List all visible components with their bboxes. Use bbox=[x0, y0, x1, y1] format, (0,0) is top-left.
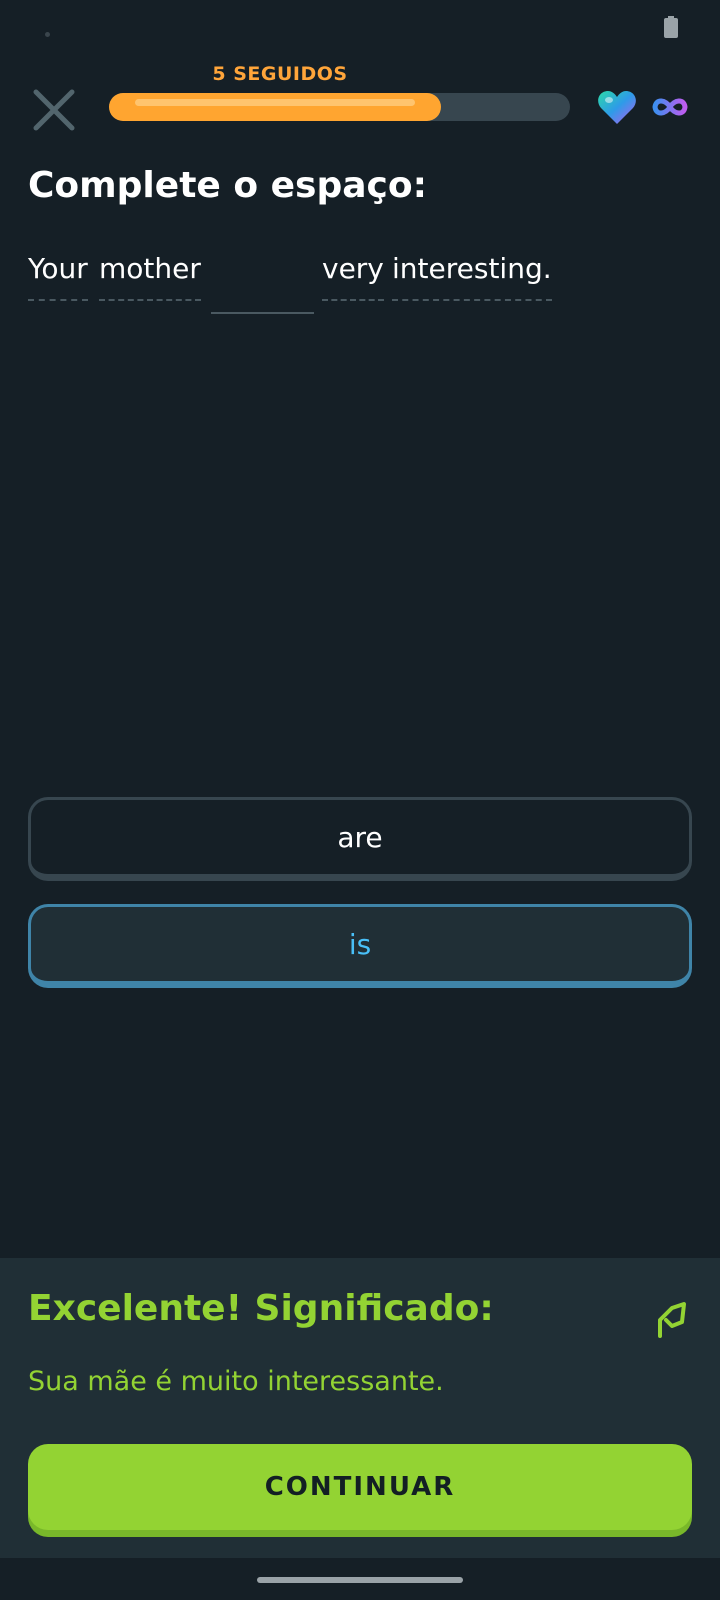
progress-highlight bbox=[135, 99, 415, 106]
flag-icon[interactable] bbox=[654, 1298, 690, 1338]
heart-icon[interactable] bbox=[597, 90, 637, 126]
notification-dot bbox=[45, 32, 50, 37]
sentence-word[interactable]: interesting. bbox=[392, 252, 552, 301]
continue-button[interactable]: CONTINUAR bbox=[28, 1444, 692, 1530]
close-icon[interactable] bbox=[28, 84, 80, 136]
sentence-word[interactable]: very bbox=[322, 252, 384, 301]
top-bar: 5 SEGUIDOS bbox=[0, 60, 720, 140]
feedback-panel: Excelente! Significado: Sua mãe é muito … bbox=[0, 1258, 720, 1558]
choice-are-button[interactable]: are bbox=[28, 797, 692, 881]
progress-fill bbox=[109, 93, 441, 121]
exercise-prompt: Complete o espaço: bbox=[28, 165, 427, 206]
lesson-progress-bar bbox=[109, 93, 570, 121]
home-indicator[interactable] bbox=[257, 1577, 463, 1583]
choice-is-button[interactable]: is bbox=[28, 904, 692, 988]
streak-label: 5 SEGUIDOS bbox=[212, 63, 348, 85]
navigation-bar bbox=[0, 1558, 720, 1600]
feedback-meaning: Sua mãe é muito interessante. bbox=[28, 1366, 444, 1397]
answer-blank bbox=[211, 312, 314, 314]
sentence-word[interactable]: mother bbox=[99, 252, 201, 301]
feedback-title: Excelente! Significado: bbox=[28, 1288, 494, 1329]
battery-icon bbox=[664, 16, 678, 38]
sentence-word[interactable]: Your bbox=[28, 252, 88, 301]
status-bar bbox=[0, 0, 720, 56]
infinity-icon bbox=[652, 98, 688, 116]
